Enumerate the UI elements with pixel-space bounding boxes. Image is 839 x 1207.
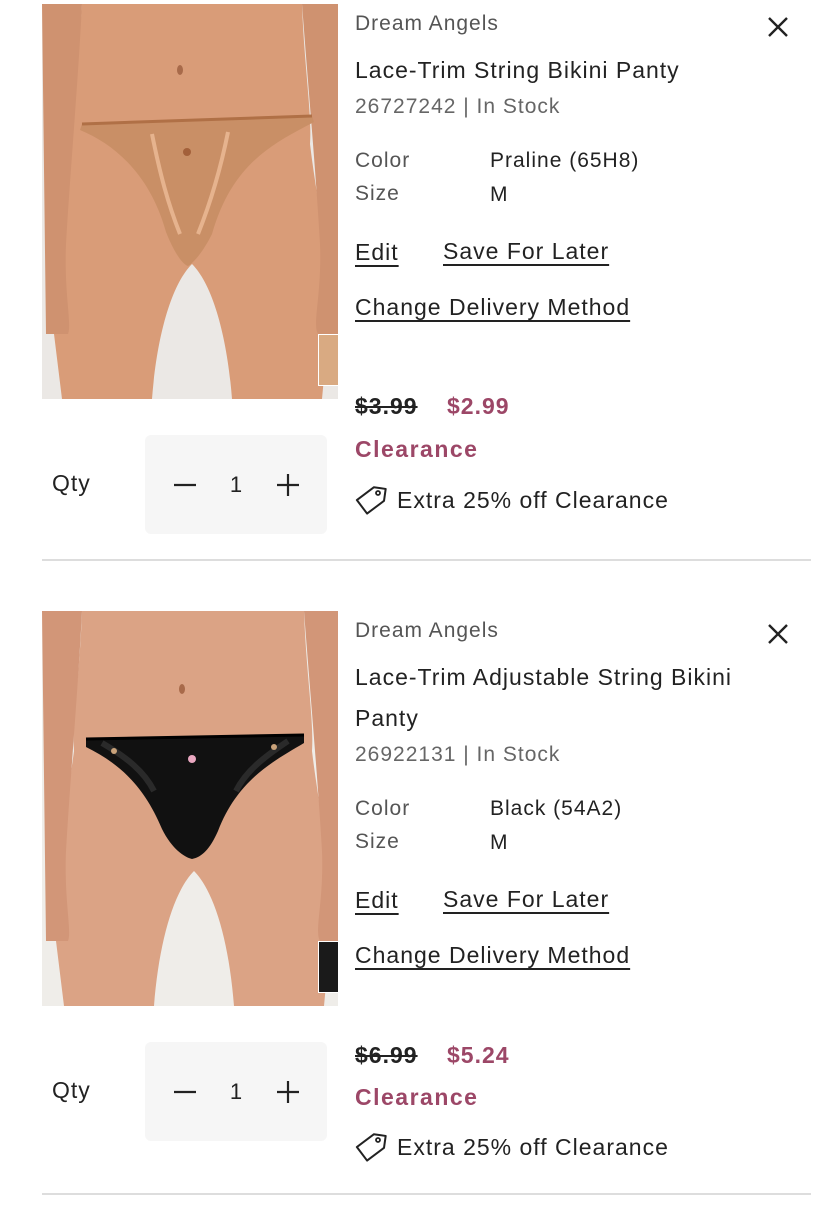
increase-quantity-button[interactable] <box>258 435 318 534</box>
color-label: Color <box>355 797 411 820</box>
product-photo-illustration <box>42 4 338 399</box>
decrease-quantity-button[interactable] <box>155 1042 215 1141</box>
clearance-badge: Clearance <box>355 436 479 462</box>
product-image[interactable] <box>42 611 338 1006</box>
clearance-badge: Clearance <box>355 1084 479 1110</box>
color-value: Black (54A2) <box>490 797 623 820</box>
price-tag-icon <box>355 486 387 515</box>
size-label: Size <box>355 182 400 205</box>
product-sku-stock: 26727242 | In Stock <box>355 95 561 118</box>
cart-item: Qty 1 Dream Angels Lace-Trim String Biki… <box>0 0 839 600</box>
change-delivery-method-link[interactable]: Change Delivery Method <box>355 942 630 969</box>
color-swatch <box>318 941 338 993</box>
original-price: $6.99 <box>355 1042 418 1068</box>
sale-price: $5.24 <box>447 1042 510 1068</box>
size-value: M <box>490 831 509 854</box>
minus-icon <box>174 1090 196 1093</box>
product-brand: Dream Angels <box>355 619 499 642</box>
quantity-value: 1 <box>229 472 243 497</box>
product-name[interactable]: Lace-Trim Adjustable String Bikini Panty <box>355 657 735 739</box>
remove-item-button[interactable] <box>765 621 791 647</box>
close-icon <box>768 17 788 37</box>
color-swatch <box>318 334 338 386</box>
increase-quantity-button[interactable] <box>258 1042 318 1141</box>
product-name[interactable]: Lace-Trim String Bikini Panty <box>355 50 735 91</box>
product-photo-illustration <box>42 611 338 1006</box>
original-price: $3.99 <box>355 393 418 419</box>
item-divider <box>42 1193 811 1195</box>
qty-label: Qty <box>52 470 91 496</box>
price-tag-icon <box>355 1133 387 1162</box>
sale-price: $2.99 <box>447 393 510 419</box>
quantity-value: 1 <box>229 1079 243 1104</box>
save-for-later-link[interactable]: Save For Later <box>443 886 609 913</box>
promo-message: Extra 25% off Clearance <box>355 484 669 516</box>
plus-icon <box>277 473 299 496</box>
edit-link[interactable]: Edit <box>355 239 399 266</box>
remove-item-button[interactable] <box>765 14 791 40</box>
promo-text: Extra 25% off Clearance <box>397 486 669 513</box>
close-icon <box>768 624 788 644</box>
product-brand: Dream Angels <box>355 12 499 35</box>
product-sku-stock: 26922131 | In Stock <box>355 743 561 766</box>
edit-link[interactable]: Edit <box>355 887 399 914</box>
color-value: Praline (65H8) <box>490 149 640 172</box>
size-value: M <box>490 183 509 206</box>
promo-message: Extra 25% off Clearance <box>355 1131 669 1163</box>
plus-icon <box>277 1080 299 1103</box>
cart-item: Qty 1 Dream Angels Lace-Trim Adjustable … <box>0 607 839 1207</box>
minus-icon <box>174 483 196 486</box>
save-for-later-link[interactable]: Save For Later <box>443 238 609 265</box>
quantity-stepper: 1 <box>145 435 327 534</box>
quantity-stepper: 1 <box>145 1042 327 1141</box>
color-label: Color <box>355 149 411 172</box>
item-divider <box>42 559 811 561</box>
change-delivery-method-link[interactable]: Change Delivery Method <box>355 294 630 321</box>
qty-label: Qty <box>52 1077 91 1103</box>
decrease-quantity-button[interactable] <box>155 435 215 534</box>
size-label: Size <box>355 830 400 853</box>
product-image[interactable] <box>42 4 338 399</box>
promo-text: Extra 25% off Clearance <box>397 1133 669 1160</box>
